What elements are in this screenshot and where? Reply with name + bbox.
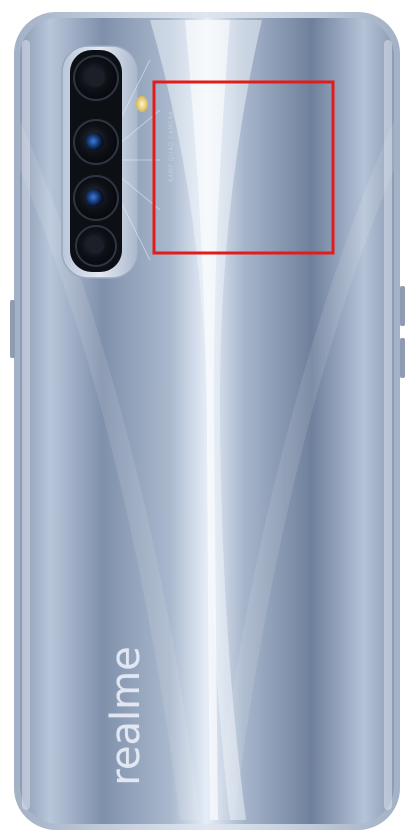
flash-icon: [136, 96, 148, 112]
lens-4: [75, 225, 117, 267]
volume-button: [10, 300, 15, 358]
lens-2: [73, 119, 119, 165]
power-button-upper: [400, 286, 405, 326]
phone-back-illustration: [10, 12, 405, 830]
brand-label: realme: [103, 646, 149, 786]
phone-photo: 64MP QUAD CAMERA realme: [0, 0, 416, 840]
brand-logo: realme: [100, 646, 152, 785]
lens-3: [73, 175, 119, 221]
left-edge-highlight: [22, 40, 30, 810]
right-edge-highlight: [384, 40, 392, 810]
lens-1: [73, 55, 119, 101]
power-button-lower: [400, 338, 405, 378]
camera-label: 64MP QUAD CAMERA: [168, 110, 175, 182]
